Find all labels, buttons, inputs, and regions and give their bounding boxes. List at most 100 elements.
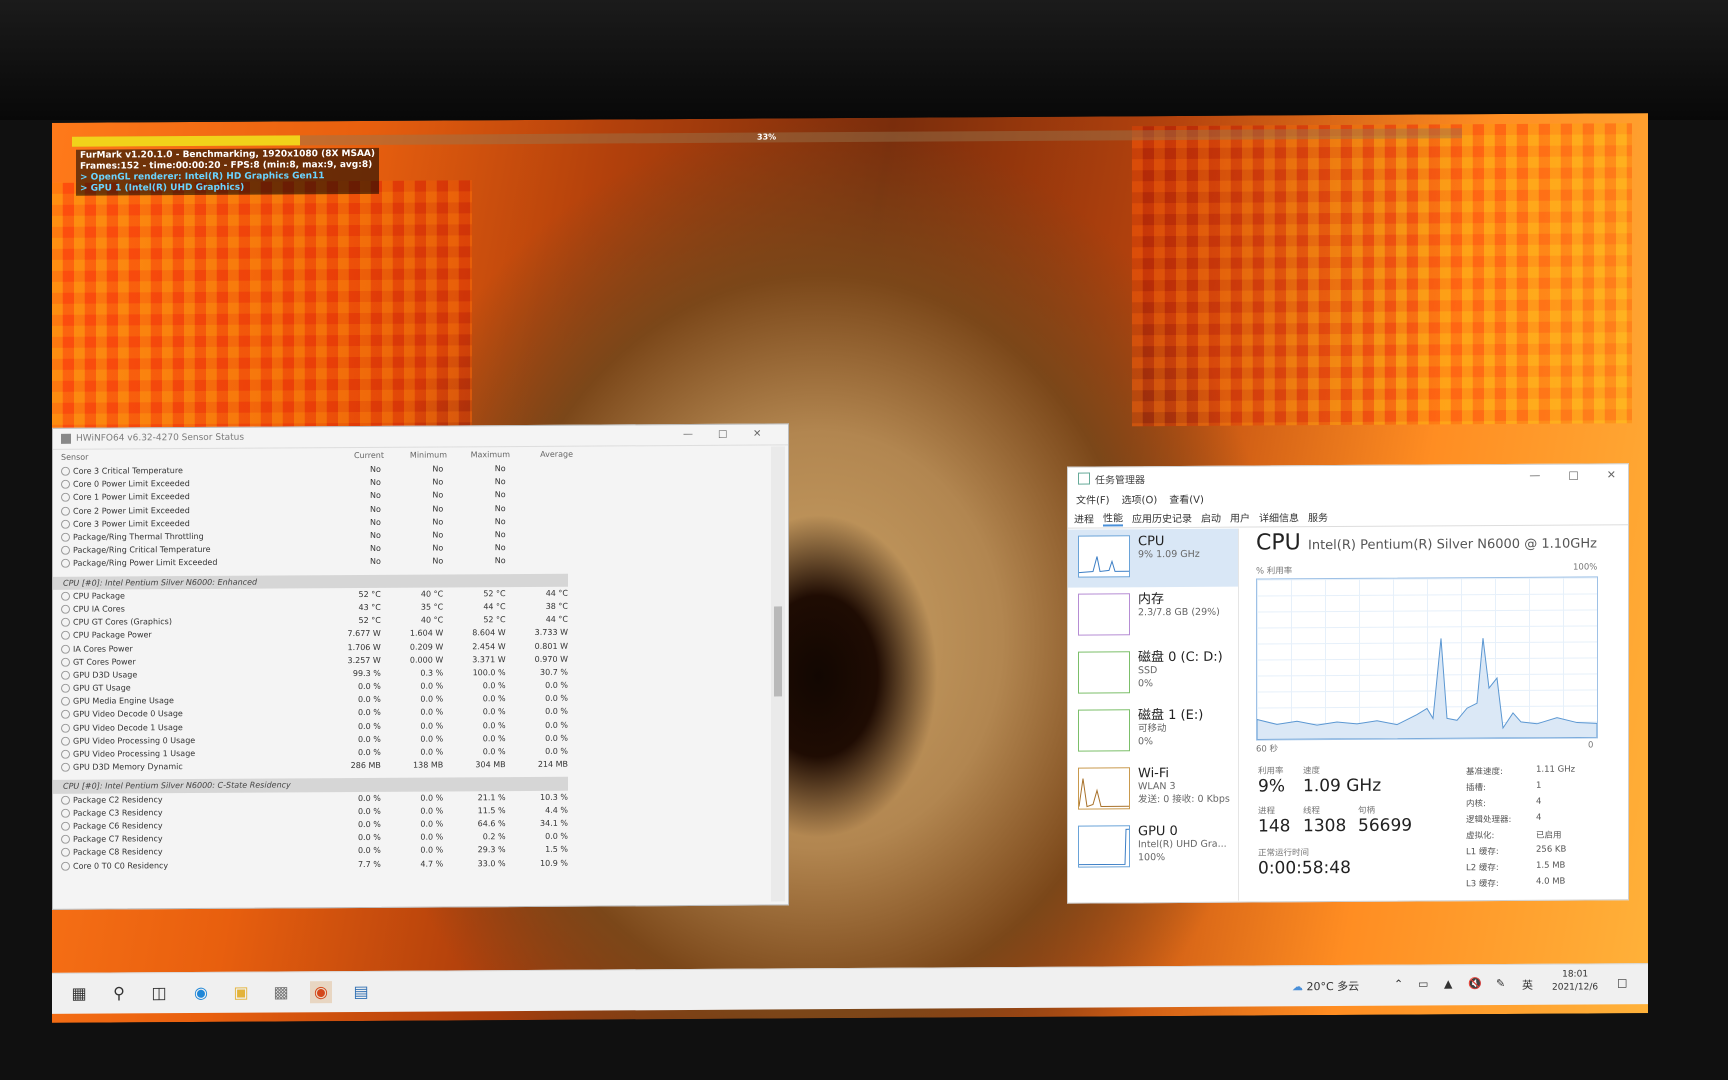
sensor-avg-value: 0.0 %	[545, 694, 569, 704]
resource-gpu[interactable]: GPU 0 Intel(R) UHD Gra... 100%	[1068, 819, 1238, 878]
sensor-label: GT Cores Power	[73, 657, 136, 667]
sensor-min-value: No	[432, 556, 444, 566]
volume-mute-icon[interactable]: 🔇	[1468, 977, 1482, 990]
sensor-avg-value: 44 °C	[545, 588, 569, 598]
sensor-cur-value: 0.0 %	[357, 793, 381, 803]
cpu-utilization-line	[1256, 638, 1598, 741]
tab-details[interactable]: 详细信息	[1259, 509, 1299, 524]
cpu-utilization-graph	[1256, 576, 1598, 741]
col-current[interactable]: Current	[321, 450, 384, 459]
sensor-avg-value: 0.0 %	[545, 733, 569, 743]
sensor-min-value: No	[432, 543, 444, 553]
stat-speed-label: 速度	[1303, 766, 1321, 777]
clock-time: 18:01	[1562, 969, 1589, 980]
sensor-clock-icon	[61, 848, 70, 858]
resource-cpu[interactable]: CPU 9% 1.09 GHz	[1068, 528, 1238, 588]
sensor-name: Package C7 Residency	[53, 833, 318, 844]
tm-minimize-button[interactable]: —	[1529, 469, 1540, 482]
battery-icon[interactable]: ▭	[1418, 977, 1428, 990]
col-average[interactable]: Average	[510, 449, 573, 458]
sensor-avg-value: 1.5 %	[545, 845, 569, 855]
sensor-avg-value: 0.970 W	[534, 654, 569, 664]
tm-maximize-button[interactable]: □	[1568, 469, 1578, 482]
col-sensor[interactable]: Sensor	[53, 451, 321, 462]
tab-users[interactable]: 用户	[1230, 509, 1250, 524]
task-manager-window: 任务管理器 — □ ✕ 文件(F) 选项(O) 查看(V) 进程 性能 应用历史…	[1067, 463, 1629, 904]
menu-file[interactable]: 文件(F)	[1076, 491, 1110, 506]
sensor-label: Package C6 Residency	[73, 821, 163, 831]
tab-startup[interactable]: 启动	[1201, 509, 1221, 524]
network-icon[interactable]: ▲	[1444, 977, 1452, 990]
sensor-clock-icon	[61, 519, 70, 529]
sensor-clock-icon	[61, 821, 70, 831]
resource-disk1[interactable]: 磁盘 1 (E:) 可移动 0%	[1068, 703, 1238, 762]
edge-browser-icon[interactable]: ◉	[190, 982, 212, 1004]
menu-options[interactable]: 选项(O)	[1122, 491, 1158, 506]
memory-mini-graph	[1078, 593, 1130, 636]
resource-disk0[interactable]: 磁盘 0 (C: D:) SSD 0%	[1068, 645, 1238, 704]
tab-app-history[interactable]: 应用历史记录	[1132, 509, 1192, 524]
sensor-max-value: 64.6 %	[477, 819, 506, 829]
sensor-row[interactable]: Core 0 T0 C0 Residency 7.7 % 4.7 % 33.0 % 10…	[53, 856, 568, 872]
minimize-button[interactable]: —	[683, 429, 693, 440]
sensor-cur-value: 0.0 %	[357, 695, 381, 705]
col-maximum[interactable]: Maximum	[447, 450, 510, 459]
sensor-min-value: 0.0 %	[420, 707, 444, 718]
ime-indicator[interactable]: 英	[1522, 977, 1533, 993]
stat-uptime-value: 0:00:58:48	[1258, 857, 1351, 879]
resource-wifi[interactable]: Wi-Fi WLAN 3 发送: 0 接收: 0 Kbps	[1068, 761, 1238, 820]
maximize-button[interactable]: □	[718, 429, 727, 440]
stat-threads-label: 线程	[1303, 806, 1321, 817]
notification-icon[interactable]: □	[1617, 976, 1627, 989]
weather-widget[interactable]: ☁ 20°C 多云	[1292, 978, 1359, 994]
sensor-avg-value: 34.1 %	[540, 818, 569, 828]
task-manager-taskbar-icon[interactable]: ▤	[350, 981, 372, 1003]
hwinfo-taskbar-icon[interactable]: ▩	[270, 981, 292, 1003]
close-button[interactable]: ✕	[753, 429, 761, 440]
sensor-name: Package/Ring Thermal Throttling	[53, 531, 318, 542]
tab-services[interactable]: 服务	[1308, 509, 1328, 524]
stat-speed: 速度 1.09 GHz	[1303, 764, 1381, 796]
tab-processes[interactable]: 进程	[1074, 510, 1094, 525]
task-view-icon[interactable]: ◫	[148, 982, 170, 1004]
furmark-info: FurMark v1.20.1.0 - Benchmarking, 1920x1…	[76, 147, 380, 196]
sensor-label: CPU GT Cores (Graphics)	[73, 617, 172, 627]
windows-start-icon[interactable]: ▦	[68, 983, 90, 1005]
sensor-clock-icon	[61, 631, 70, 641]
hwinfo-scrollbar[interactable]	[771, 446, 785, 902]
sensor-label: IA Cores Power	[73, 643, 133, 654]
sensor-min-value: 0.0 %	[420, 734, 444, 744]
furmark-taskbar-icon[interactable]: ◉	[310, 981, 332, 1004]
sensor-label: GPU GT Usage	[73, 683, 131, 693]
stat-utilization: 利用率 9%	[1258, 764, 1285, 796]
stat-utilization-label: 利用率	[1258, 766, 1284, 777]
sensor-min-value: 0.3 %	[420, 668, 444, 678]
sensor-min-value: 0.0 %	[420, 721, 444, 731]
sensor-min-value: 1.604 W	[409, 628, 444, 639]
stat-handles-value: 56699	[1358, 815, 1413, 836]
tab-performance[interactable]: 性能	[1103, 508, 1123, 526]
col-minimum[interactable]: Minimum	[384, 450, 447, 459]
sensor-label: Core 3 Critical Temperature	[73, 466, 183, 476]
stat-threads: 线程 1308	[1303, 804, 1346, 836]
hwinfo-scroll-thumb[interactable]	[774, 606, 782, 697]
hwinfo-app-icon	[61, 433, 71, 444]
menu-view[interactable]: 查看(V)	[1169, 490, 1204, 505]
stat-speed-value: 1.09 GHz	[1303, 775, 1382, 797]
file-explorer-icon[interactable]: ▣	[230, 982, 252, 1004]
sensor-min-value: 0.000 W	[409, 655, 444, 665]
tm-close-button[interactable]: ✕	[1607, 468, 1616, 481]
pen-icon[interactable]: ✎	[1496, 977, 1505, 990]
sensor-min-value: No	[432, 504, 444, 514]
clock[interactable]: 18:01 2021/12/6	[1552, 968, 1598, 994]
sensor-clock-icon	[61, 644, 70, 654]
resource-memory[interactable]: 内存 2.3/7.8 GB (29%)	[1068, 587, 1238, 646]
furmark-progress-fill	[72, 135, 301, 147]
tray-chevron-icon[interactable]: ⌃	[1394, 978, 1403, 991]
sensor-max-value: 11.5 %	[477, 805, 506, 816]
sensor-label: Package C2 Residency	[73, 794, 163, 805]
cpu-mini-graph-line	[1078, 556, 1129, 574]
resource-gpu-usage: 100%	[1138, 852, 1166, 864]
search-icon[interactable]: ⚲	[108, 982, 130, 1004]
sensor-min-value: 0.0 %	[420, 681, 444, 691]
